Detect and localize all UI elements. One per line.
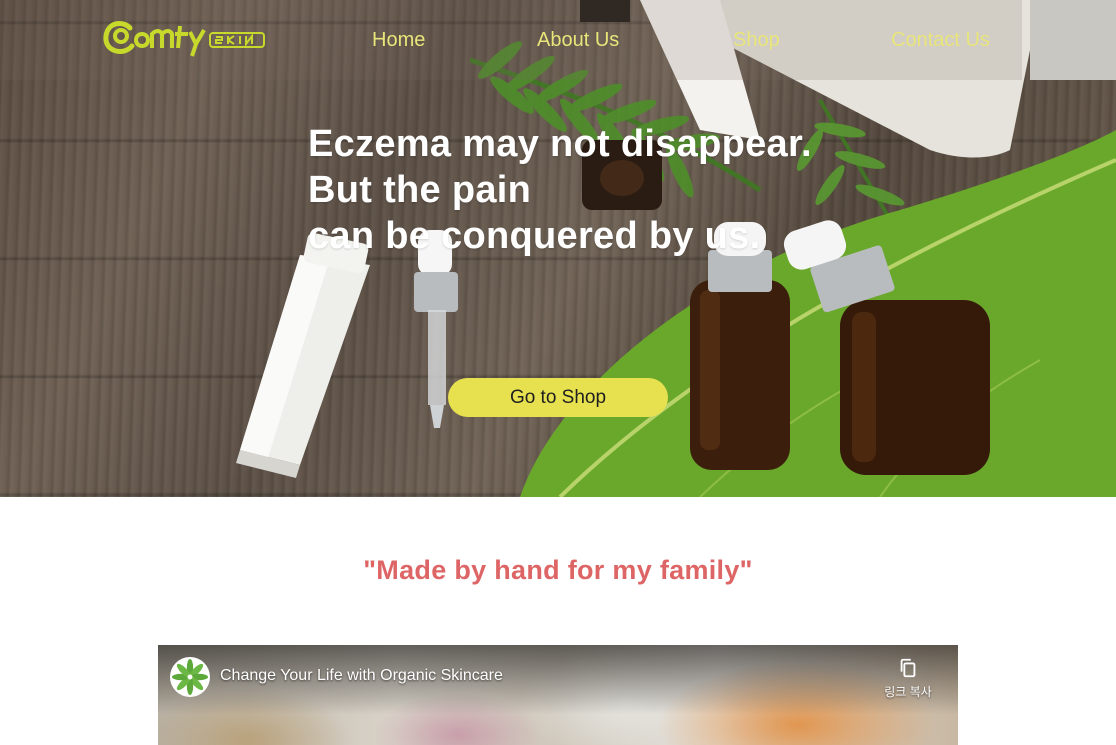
copy-link-button[interactable]: 링크 복사 — [876, 657, 940, 707]
tagline: "Made by hand for my family" — [363, 555, 753, 585]
video-title[interactable]: Change Your Life with Organic Skincare — [220, 667, 503, 685]
copy-link-label: 링크 복사 — [884, 685, 932, 699]
top-navigation: Home About Us Shop Contact Us — [0, 0, 1116, 80]
hero-headline: Eczema may not disappear. But the pain c… — [308, 121, 868, 259]
headline-line-1: Eczema may not disappear. — [308, 123, 812, 165]
brand-logo[interactable] — [102, 18, 266, 60]
white-tube-left — [236, 232, 370, 478]
hero-banner: Home About Us Shop Contact Us Eczema may… — [0, 0, 1116, 497]
nav-home[interactable]: Home — [372, 27, 425, 53]
leaf-logo-icon — [172, 659, 208, 695]
channel-avatar[interactable] — [170, 657, 210, 697]
headline-line-3: can be conquered by us. — [308, 215, 761, 257]
nav-shop[interactable]: Shop — [733, 27, 780, 53]
nav-about-us[interactable]: About Us — [537, 27, 619, 53]
video-embed[interactable]: Change Your Life with Organic Skincare 링… — [158, 645, 958, 745]
nav-contact-us[interactable]: Contact Us — [891, 27, 990, 53]
go-to-shop-button[interactable]: Go to Shop — [448, 378, 668, 417]
copy-icon — [900, 658, 916, 678]
headline-line-2: But the pain — [308, 169, 532, 211]
